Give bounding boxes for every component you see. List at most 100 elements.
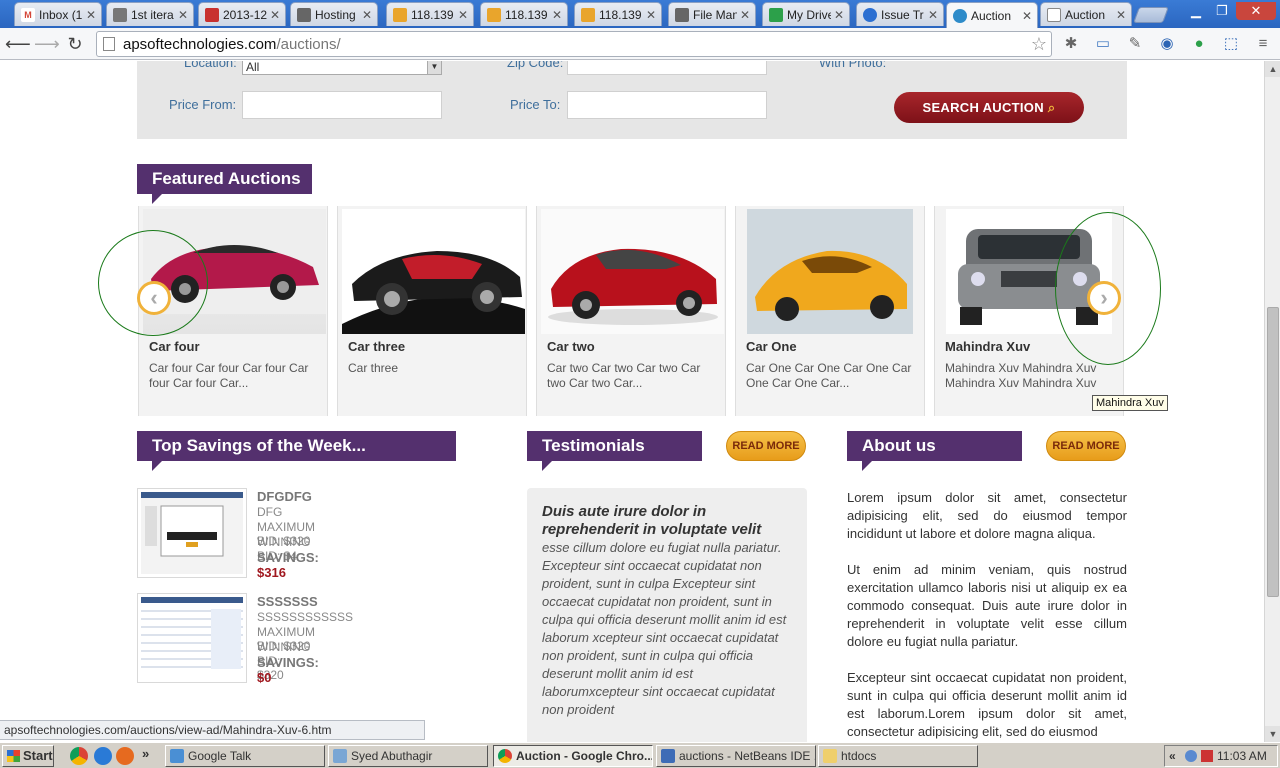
search-auction-button[interactable]: SEARCH AUCTION ⌕	[894, 92, 1084, 123]
new-tab-button[interactable]	[1133, 7, 1169, 23]
card-title[interactable]: Mahindra Xuv	[945, 339, 1030, 354]
chrome-icon[interactable]	[70, 747, 88, 765]
forward-arrow-icon[interactable]: ⟶	[34, 32, 60, 56]
eyedropper-icon[interactable]: ✎	[1124, 33, 1146, 55]
taskbar-item-chat[interactable]: Syed Abuthagir	[328, 745, 488, 767]
browser-tab-phpmyadmin-1[interactable]: 118.139 ✕	[386, 2, 474, 26]
about-read-more-button[interactable]: READ MORE	[1046, 431, 1126, 461]
extension-bug-icon[interactable]: ✱	[1060, 33, 1082, 55]
ie-icon[interactable]	[94, 747, 112, 765]
window-close-button[interactable]: ✕	[1236, 2, 1276, 20]
browser-tab-file-manager[interactable]: File Man ✕	[668, 2, 756, 26]
chat-tray-icon[interactable]	[1185, 750, 1197, 762]
car-image[interactable]	[541, 209, 724, 334]
tab-label: 118.139	[599, 7, 642, 22]
system-tray: « 11:03 AM	[1164, 745, 1278, 767]
bookmark-star-icon[interactable]: ☆	[1031, 34, 1047, 55]
browser-tab-issue-tracker[interactable]: Issue Tr ✕	[856, 2, 944, 26]
phpmyadmin-icon	[487, 7, 501, 22]
close-icon[interactable]: ✕	[927, 8, 939, 22]
savings-label: SAVINGS:	[257, 550, 319, 565]
browser-tab-auction-active[interactable]: Auction ✕	[946, 2, 1038, 28]
menu-icon[interactable]: ≡	[1252, 33, 1274, 55]
quicklaunch-more-icon[interactable]: »	[142, 746, 149, 761]
carousel-prev-arrow-icon[interactable]: ‹	[137, 281, 171, 315]
close-icon[interactable]: ✕	[85, 8, 97, 22]
close-icon[interactable]: ✕	[269, 8, 281, 22]
browser-tab-phpmyadmin-3[interactable]: 118.139 ✕	[574, 2, 662, 26]
auction-card[interactable]: Car One Car One Car One Car One Car One …	[735, 206, 925, 416]
browser-tab-phpmyadmin-2[interactable]: 118.139 ✕	[480, 2, 568, 26]
save-icon[interactable]: ◉	[1156, 33, 1178, 55]
close-icon[interactable]: ✕	[1021, 9, 1033, 23]
taskbar-item-htdocs[interactable]: htdocs	[818, 745, 978, 767]
chevron-down-icon[interactable]: ▼	[427, 61, 441, 74]
card-description: Car four Car four Car four Car four Car …	[149, 361, 309, 390]
scroll-down-arrow-icon[interactable]: ▼	[1265, 726, 1280, 742]
close-icon[interactable]: ✕	[739, 8, 751, 22]
about-paragraph: Excepteur sint occaecat cupidatat non pr…	[847, 670, 1127, 739]
close-icon[interactable]: ✕	[177, 8, 189, 22]
browser-tab-hosting[interactable]: Hosting ✕	[290, 2, 378, 26]
close-icon[interactable]: ✕	[1115, 8, 1127, 22]
close-icon[interactable]: ✕	[551, 8, 563, 22]
close-icon[interactable]: ✕	[833, 8, 845, 22]
testimonials-heading: Testimonials	[527, 431, 702, 471]
windows-taskbar: Start » Google Talk Syed Abuthagir Aucti…	[0, 742, 1280, 768]
zip-input[interactable]	[567, 61, 767, 75]
testimonials-read-more-button[interactable]: READ MORE	[726, 431, 806, 461]
car-image[interactable]	[747, 209, 913, 334]
screenshot-icon[interactable]: ⬚	[1220, 33, 1242, 55]
taskbar-item-chrome[interactable]: Auction - Google Chro...	[493, 745, 653, 767]
browser-tab-2013[interactable]: 2013-12 ✕	[198, 2, 286, 26]
scroll-up-arrow-icon[interactable]: ▲	[1265, 61, 1280, 77]
firefox-icon[interactable]	[116, 747, 134, 765]
car-image[interactable]	[342, 209, 525, 334]
tab-label: 2013-12	[223, 7, 267, 22]
savings-amount: $316	[257, 565, 286, 580]
tray-expand-icon[interactable]: «	[1169, 746, 1176, 766]
clock[interactable]: 11:03 AM	[1217, 746, 1267, 766]
location-select[interactable]: All ▼	[242, 61, 442, 75]
browser-toolbar: ⟵ ⟶ ↻ apsoftechnologies.com/auctions/ ☆ …	[0, 28, 1280, 60]
card-title[interactable]: Car One	[746, 339, 797, 354]
saving-title[interactable]: SSSSSSS	[257, 594, 318, 609]
auction-card[interactable]: Car two Car two Car two Car two Car two …	[536, 206, 726, 416]
browser-tab-auction[interactable]: Auction ✕	[1040, 2, 1132, 26]
saving-title[interactable]: DFGDFG	[257, 489, 312, 504]
car-image-art	[747, 209, 913, 334]
card-title[interactable]: Car four	[149, 339, 200, 354]
carousel-next-arrow-icon[interactable]: ›	[1087, 281, 1121, 315]
address-bar[interactable]: apsoftechnologies.com/auctions/ ☆	[96, 31, 1052, 57]
saving-thumbnail[interactable]	[137, 488, 247, 578]
close-icon[interactable]: ✕	[361, 8, 373, 22]
minimize-button[interactable]: ▁	[1184, 2, 1208, 20]
tab-label: My Drive	[787, 7, 831, 22]
taskbar-item-google-talk[interactable]: Google Talk	[165, 745, 325, 767]
price-to-input[interactable]	[567, 91, 767, 119]
close-icon[interactable]: ✕	[645, 8, 657, 22]
browser-tab-my-drive[interactable]: My Drive ✕	[762, 2, 850, 26]
network-tray-icon[interactable]	[1201, 750, 1213, 762]
windows-logo-icon	[7, 750, 20, 762]
start-button[interactable]: Start	[2, 745, 54, 767]
search-button-label: SEARCH AUCTION	[922, 100, 1044, 115]
taskbar-item-netbeans[interactable]: auctions - NetBeans IDE ...	[656, 745, 816, 767]
scrollbar-thumb[interactable]	[1267, 307, 1279, 597]
browser-tab-gmail[interactable]: M Inbox (1 ✕	[14, 2, 102, 26]
card-title[interactable]: Car three	[348, 339, 405, 354]
card-title[interactable]: Car two	[547, 339, 595, 354]
folder-icon[interactable]: ▭	[1092, 33, 1114, 55]
price-from-input[interactable]	[242, 91, 442, 119]
reload-icon[interactable]: ↻	[63, 32, 87, 56]
browser-tab-1st-iteration[interactable]: 1st itera ✕	[106, 2, 194, 26]
about-text: Lorem ipsum dolor sit amet, consectetur …	[847, 489, 1127, 742]
auction-card[interactable]: Car three Car three	[337, 206, 527, 416]
saving-thumbnail[interactable]	[137, 593, 247, 683]
page-scrollbar[interactable]: ▲ ▼	[1264, 61, 1280, 742]
close-icon[interactable]: ✕	[457, 8, 469, 22]
maximize-button[interactable]: ❐	[1210, 2, 1234, 20]
hangouts-icon[interactable]: ●	[1188, 33, 1210, 55]
back-arrow-icon[interactable]: ⟵	[5, 32, 31, 56]
savings-line: SAVINGS: $0	[257, 655, 319, 685]
